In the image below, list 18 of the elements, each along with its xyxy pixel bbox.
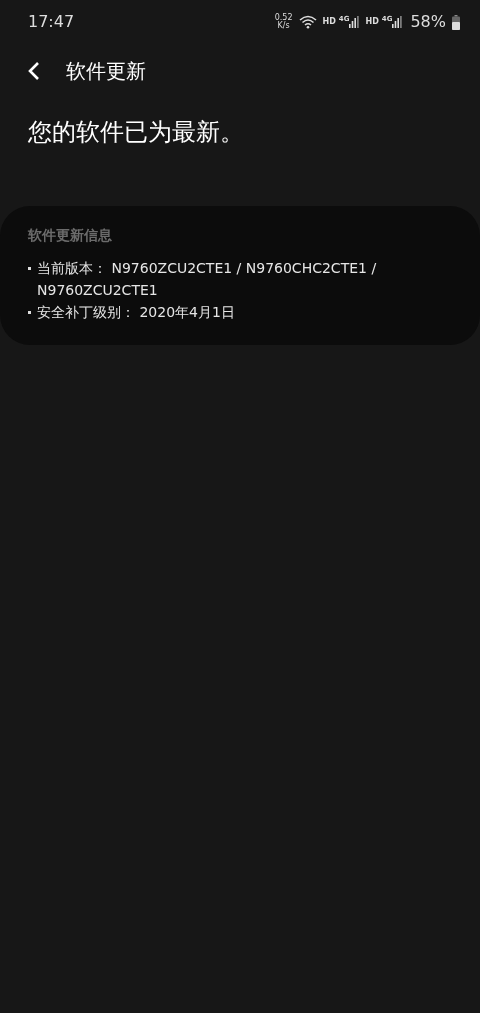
- card-title: 软件更新信息: [28, 226, 113, 245]
- page-title: 软件更新: [66, 58, 146, 85]
- back-icon: [28, 61, 40, 81]
- hd-label: HD: [322, 16, 336, 28]
- info-text: 当前版本： N9760ZCU2CTE1 / N9760CHC2CTE1 / N9760ZCU2CTE1: [37, 259, 378, 300]
- battery-icon: [452, 14, 460, 30]
- info-text: 安全补丁级别： 2020年4月1日: [37, 303, 236, 322]
- status-time: 17:47: [28, 11, 75, 33]
- battery-percent: 58%: [410, 11, 446, 33]
- status-message: 您的软件已为最新。: [28, 118, 244, 146]
- bullet-icon: [28, 311, 31, 314]
- bullet-icon: [28, 267, 31, 270]
- net-speed: 0.52: [274, 14, 293, 22]
- hd-label: HD: [365, 16, 379, 28]
- net-speed-unit: K/s: [277, 22, 290, 30]
- signal-icon: [392, 16, 403, 28]
- wifi-icon: [298, 15, 317, 29]
- signal-icon: [349, 16, 360, 28]
